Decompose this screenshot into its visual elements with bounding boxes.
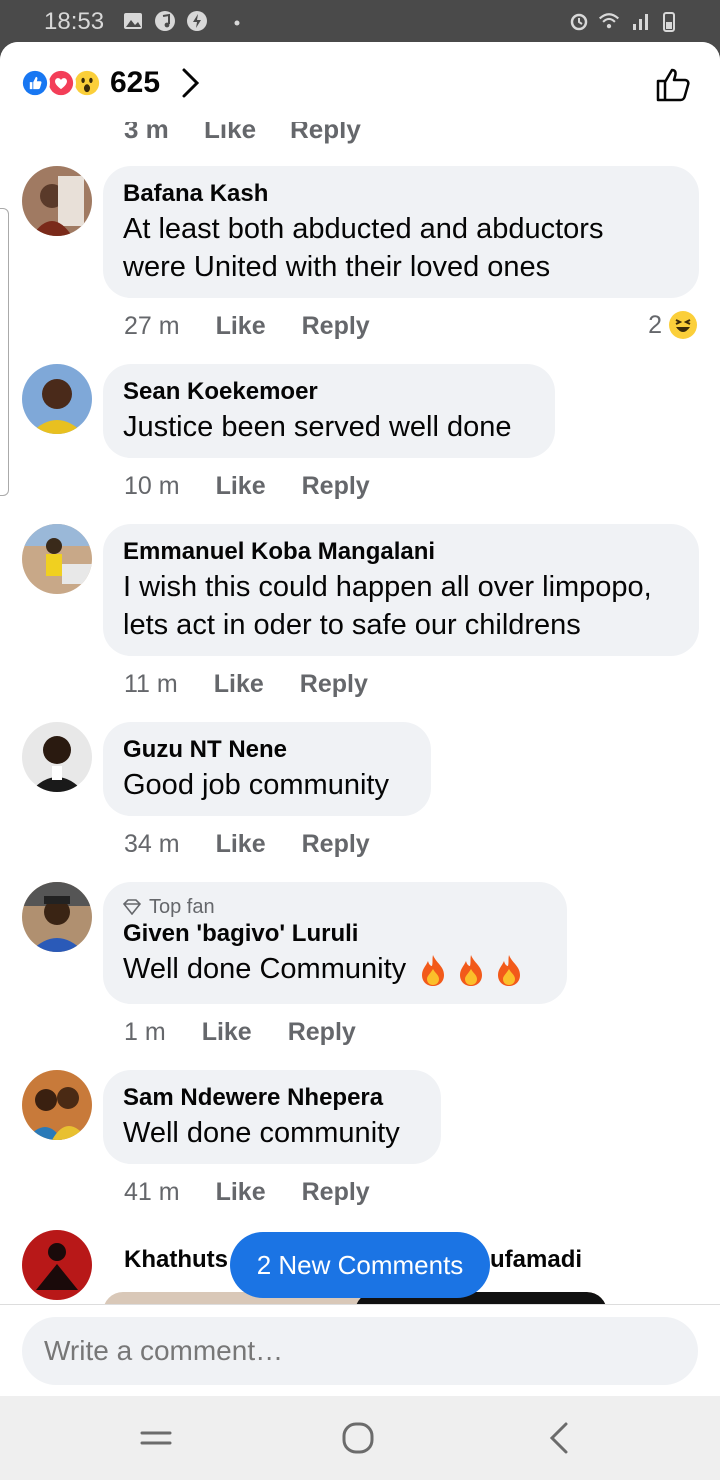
comment-text: were United with their loved ones — [123, 251, 551, 283]
diamond-icon — [123, 899, 141, 915]
haha-icon — [669, 311, 697, 339]
comment-text: At least both abducted and abductors — [123, 213, 604, 245]
reaction-count[interactable]: 625 — [110, 66, 160, 100]
comment-bubble[interactable]: Guzu NT Nene Good job community — [103, 722, 431, 816]
comment-text: Justice been served well done — [123, 411, 512, 443]
top-fan-badge: Top fan — [123, 896, 547, 918]
comments-sheet: 625 3 m Like Reply Bafana Kash At least … — [0, 42, 720, 1396]
write-comment-input[interactable]: Write a comment… — [22, 1317, 698, 1385]
comment-text: lets act in oder to safe our childrens — [123, 609, 581, 641]
gallery-icon — [122, 10, 144, 32]
comment-reaction-count: 2 — [648, 310, 662, 339]
avatar[interactable] — [22, 524, 92, 594]
comment-author[interactable]: Khathuts — [124, 1244, 228, 1276]
fire-icon — [454, 953, 488, 987]
wifi-icon — [598, 10, 624, 32]
like-button[interactable]: Like — [214, 670, 264, 699]
comment-text: Well done community — [123, 1117, 400, 1149]
reply-button[interactable]: Reply — [302, 472, 370, 501]
alarm-icon — [568, 10, 590, 32]
like-icon — [20, 68, 50, 98]
avatar[interactable] — [22, 1230, 92, 1300]
chevron-right-icon[interactable] — [178, 66, 202, 100]
reply-button[interactable]: Reply — [288, 1018, 356, 1047]
avatar[interactable] — [22, 166, 92, 236]
comment-text: Well done Community — [123, 950, 547, 988]
comment-meta: 27 m Like Reply — [124, 312, 370, 341]
fire-icon — [492, 953, 526, 987]
comment-meta: 1 m Like Reply — [124, 1018, 356, 1047]
comment-reaction-summary[interactable]: 2 — [648, 310, 698, 340]
avatar[interactable] — [22, 364, 92, 434]
new-comments-button[interactable]: 2 New Comments — [230, 1232, 490, 1298]
comment-time: 11 m — [124, 670, 178, 698]
comment-time: 10 m — [124, 472, 180, 500]
reply-button[interactable]: Reply — [302, 312, 370, 341]
comment-time: 41 m — [124, 1178, 180, 1206]
comment-bubble[interactable]: Sam Ndewere Nhepera Well done community — [103, 1070, 441, 1164]
comment-time: 27 m — [124, 312, 180, 340]
avatar[interactable] — [22, 722, 92, 792]
comment-text: Good job community — [123, 769, 389, 801]
comment-meta: 10 m Like Reply — [124, 472, 370, 501]
comment-author[interactable]: Bafana Kash — [123, 178, 679, 210]
music-icon — [154, 10, 176, 32]
love-icon — [46, 68, 76, 98]
comment-author-continued[interactable]: ufamadi — [490, 1244, 582, 1276]
flash-icon — [186, 10, 208, 32]
reply-button[interactable]: Reply — [302, 830, 370, 859]
status-time: 18:53 — [44, 8, 105, 35]
comment-meta: 41 m Like Reply — [124, 1178, 370, 1207]
like-button[interactable]: Like — [216, 1178, 266, 1207]
fire-icon — [416, 953, 450, 987]
comment-meta: 34 m Like Reply — [124, 830, 370, 859]
comment-author[interactable]: Sean Koekemoer — [123, 376, 535, 408]
back-icon[interactable] — [540, 1418, 580, 1458]
battery-icon — [658, 10, 675, 32]
comment-bubble[interactable]: Emmanuel Koba Mangalani I wish this coul… — [103, 524, 699, 656]
reactions-header[interactable]: 625 — [0, 42, 720, 122]
comment-bubble[interactable]: Sean Koekemoer Justice been served well … — [103, 364, 555, 458]
comment-author[interactable]: Given 'bagivo' Luruli — [123, 918, 547, 950]
comment-author[interactable]: Guzu NT Nene — [123, 734, 411, 766]
like-button[interactable]: Like — [216, 472, 266, 501]
comment-text-content: Well done Community — [123, 953, 407, 985]
comment-composer: Write a comment… — [0, 1304, 720, 1396]
comment-meta: 11 m Like Reply — [124, 670, 368, 699]
avatar[interactable] — [22, 1070, 92, 1140]
like-button[interactable]: Like — [202, 1018, 252, 1047]
reply-button[interactable]: Reply — [300, 670, 368, 699]
comment-text: I wish this could happen all over limpop… — [123, 571, 652, 603]
reply-button[interactable]: Reply — [302, 1178, 370, 1207]
wow-icon — [72, 68, 102, 98]
signal-icon — [630, 10, 652, 32]
scrollbar[interactable] — [0, 208, 9, 496]
avatar[interactable] — [22, 882, 92, 952]
top-fan-label: Top fan — [149, 896, 215, 918]
like-post-button[interactable] — [654, 64, 694, 104]
like-button[interactable]: Like — [216, 830, 266, 859]
system-nav-bar — [0, 1396, 720, 1480]
status-bar: 18:53 — [0, 0, 720, 44]
comment-time: 1 m — [124, 1018, 166, 1046]
comment-author[interactable]: Sam Ndewere Nhepera — [123, 1082, 421, 1114]
home-icon[interactable] — [338, 1418, 378, 1458]
recent-apps-icon[interactable] — [136, 1418, 176, 1458]
comment-author[interactable]: Emmanuel Koba Mangalani — [123, 536, 679, 568]
more-status-icon — [226, 10, 240, 32]
comment-bubble[interactable]: Bafana Kash At least both abducted and a… — [103, 166, 699, 298]
comment-time: 34 m — [124, 830, 180, 858]
like-button[interactable]: Like — [216, 312, 266, 341]
comment-bubble[interactable]: Top fan Given 'bagivo' Luruli Well done … — [103, 882, 567, 1004]
